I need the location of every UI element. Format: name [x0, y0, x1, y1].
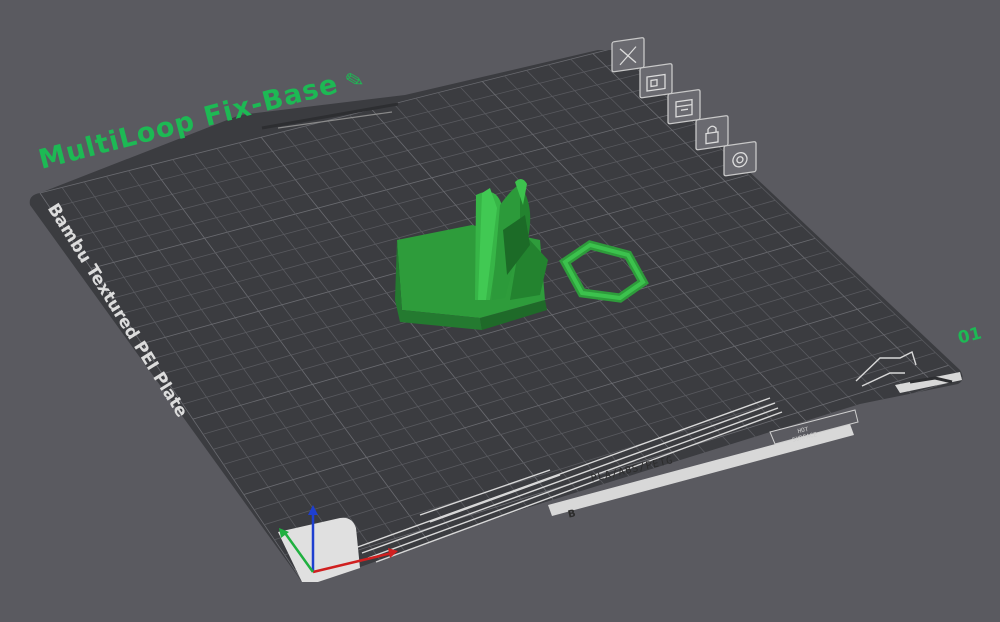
pencil-icon[interactable]: ✎: [343, 67, 368, 96]
toolbar-button-bg: [639, 63, 673, 99]
plate-toolbar-orient-button[interactable]: [667, 89, 701, 125]
plate-toolbar-arrange-button[interactable]: [639, 63, 673, 99]
plate-toolbar-lock-button[interactable]: [695, 115, 729, 151]
toolbar-button-bg: [667, 89, 701, 125]
plate-toolbar-settings-button[interactable]: [723, 141, 757, 177]
toolbar-button-bg: [611, 37, 645, 73]
3d-viewport[interactable]: MultiLoop Fix-Base✎ Bambu Textured PEI P…: [0, 0, 1000, 618]
toolbar-button-bg: [723, 141, 757, 177]
plate-toolbar-delete-button[interactable]: [611, 37, 645, 73]
viewport-canvas[interactable]: [0, 0, 1000, 618]
